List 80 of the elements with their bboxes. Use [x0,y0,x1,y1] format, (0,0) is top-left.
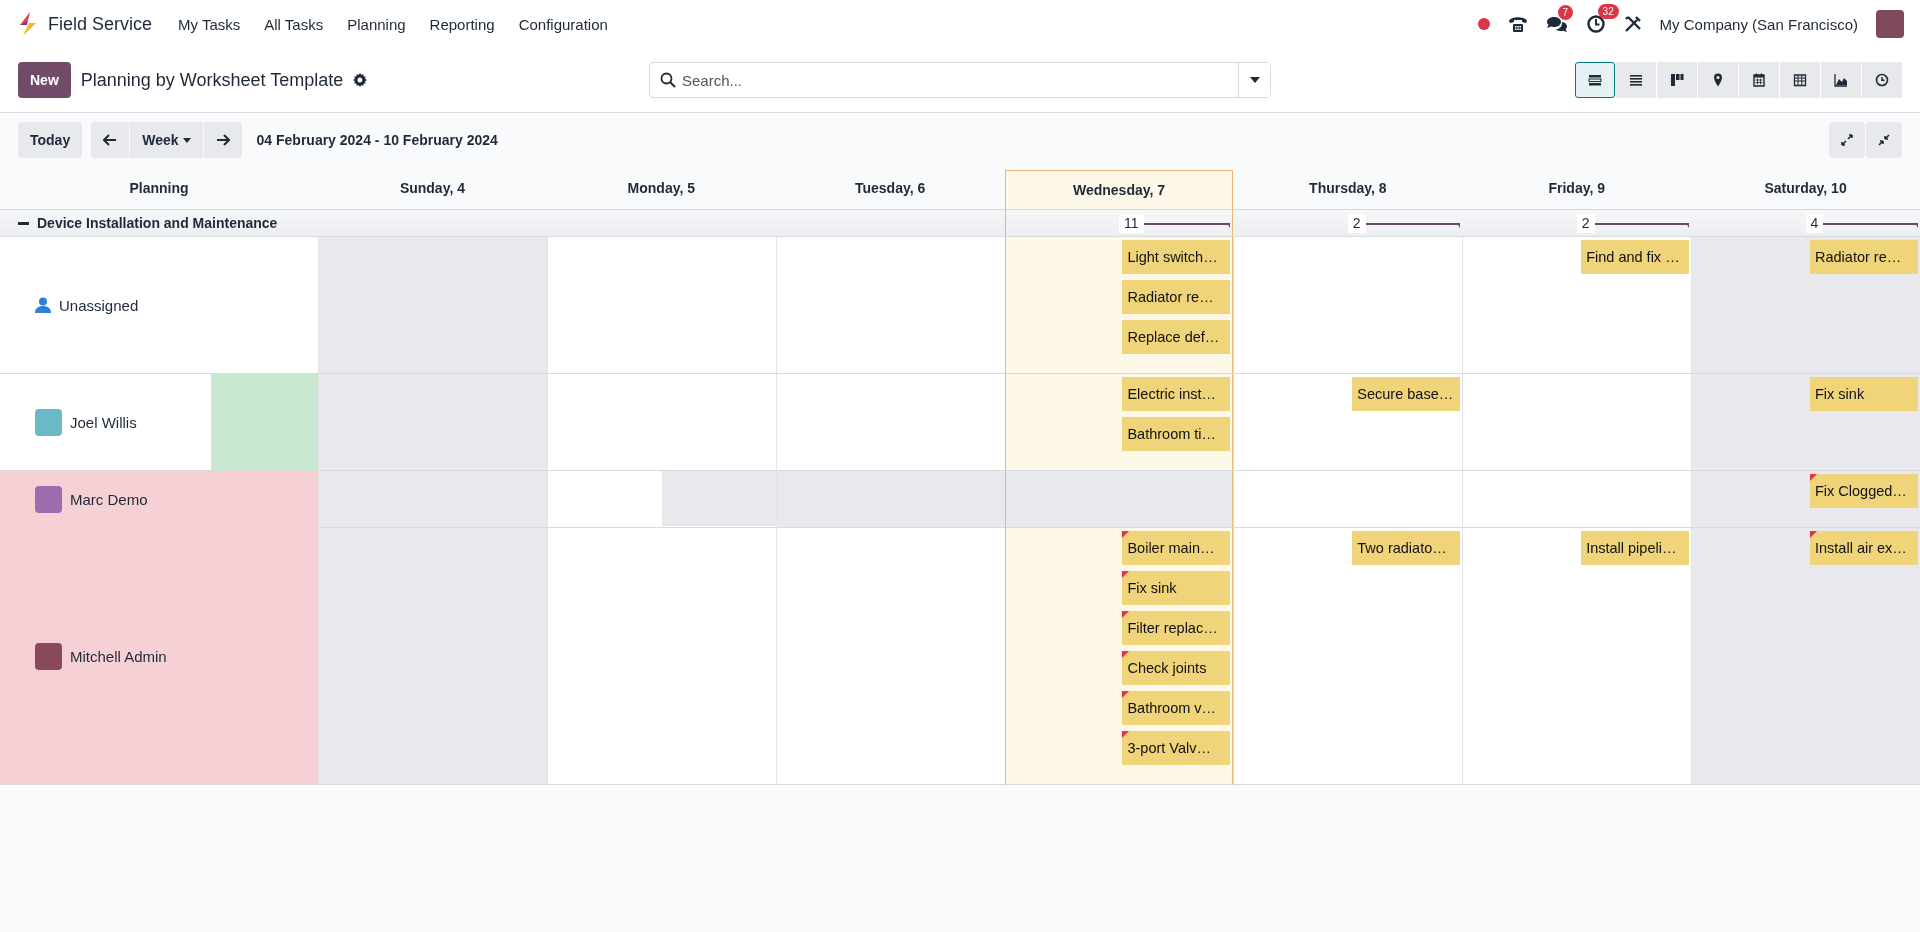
view-switch-button[interactable] [1780,62,1820,98]
caret-icon [182,137,191,143]
notification-badge: 32 [1597,4,1619,19]
page-title: Planning by Worksheet Template [80,69,344,91]
expand-rows-button[interactable] [1829,122,1865,158]
task-count: 2 [1347,214,1366,233]
menu-item[interactable]: All Tasks [254,9,334,39]
search-options-toggle[interactable] [1238,63,1270,97]
status-dot-icon [1477,18,1490,30]
view-switch-button[interactable] [1698,62,1738,98]
today-button[interactable]: Today [18,122,83,158]
resource-name: Mitchell Admin [70,647,167,665]
search-icon [660,72,676,88]
collapse-icon [1878,134,1890,146]
view-switch-button[interactable] [1862,62,1902,98]
gantt-view-icon [1587,72,1603,88]
task-pill[interactable]: Bathroom ti… [1122,417,1231,451]
view-switch-button[interactable] [1575,62,1615,98]
previous-button[interactable] [91,122,130,158]
collapse-group-icon[interactable] [18,221,29,225]
task-pill[interactable]: Light switch… [1122,240,1231,274]
collapse-rows-button[interactable] [1866,122,1902,158]
task-pill[interactable]: Bathroom v… [1122,691,1231,725]
task-pill[interactable]: Check joints [1122,651,1231,685]
next-button[interactable] [203,122,242,158]
search-field[interactable]: Search... [649,62,1271,98]
view-switch-button[interactable] [1657,62,1697,98]
task-pill[interactable]: Install air ex… [1810,531,1918,565]
view-switch-button[interactable] [1739,62,1779,98]
tools-icon[interactable] [1623,15,1642,33]
notification-badge: 7 [1557,5,1574,20]
scale-dropdown[interactable]: Week [130,122,203,158]
view-switch-button[interactable] [1616,62,1656,98]
left-arrow-icon [103,134,118,146]
right-arrow-icon [215,134,230,146]
task-pill[interactable]: Find and fix … [1581,240,1690,274]
task-pill[interactable]: Fix sink [1122,571,1231,605]
task-pill[interactable]: Install pipeli… [1581,531,1690,565]
task-pill[interactable]: Filter replac… [1122,611,1231,645]
calendar-view-icon [1751,72,1767,88]
expand-icon [1841,134,1853,146]
task-pill[interactable]: Fix Clogged… [1810,474,1918,508]
resource-name: Unassigned [59,296,139,314]
resource-name: Joel Willis [70,413,137,431]
task-pill[interactable]: Radiator re… [1810,240,1918,274]
task-pill[interactable]: Two radiato… [1352,531,1461,565]
app-logo-icon[interactable] [18,12,38,36]
day-header: Wednesday, 7 [1004,170,1234,210]
task-pill[interactable]: Radiator re… [1122,280,1231,314]
view-switch-button[interactable] [1821,62,1861,98]
menu-item[interactable]: Planning [337,9,416,39]
task-pill[interactable]: Electric inst… [1122,377,1231,411]
menu-item[interactable]: My Tasks [168,9,251,39]
company-name[interactable]: My Company (San Francisco) [1659,15,1858,33]
date-range: 04 February 2024 - 10 February 2024 [256,132,498,148]
search-input[interactable]: Search... [676,64,1238,96]
task-count: 4 [1805,214,1824,233]
settings-icon[interactable] [353,73,368,87]
app-name: Field Service [48,13,153,35]
kanban-view-icon [1669,72,1685,88]
chat-icon[interactable] [1545,15,1568,33]
resource-name: Marc Demo [70,490,148,508]
caret-icon [1249,77,1260,83]
phone-icon[interactable] [1507,15,1528,33]
graph-view-icon [1833,72,1849,88]
list-view-icon [1628,72,1644,88]
person-icon [35,297,51,313]
task-count: 11 [1119,214,1144,233]
menu-item[interactable]: Configuration [508,9,618,39]
task-count: 2 [1576,214,1595,233]
task-pill[interactable]: Fix sink [1810,377,1918,411]
menu-item[interactable]: Reporting [419,9,505,39]
task-pill[interactable]: Replace def… [1122,320,1231,354]
task-pill[interactable]: Boiler main… [1122,531,1231,565]
new-button[interactable]: New [18,62,71,98]
activity-view-icon [1874,72,1890,88]
task-pill[interactable]: Secure base… [1352,377,1461,411]
clock-icon[interactable] [1585,14,1606,34]
pivot-view-icon [1792,72,1808,88]
task-pill[interactable]: 3-port Valv… [1122,731,1231,765]
